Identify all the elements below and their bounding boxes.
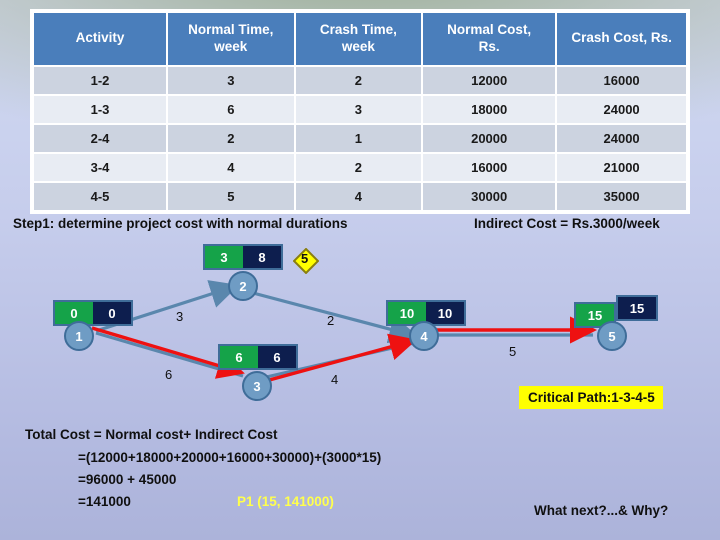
cell-normal-time: 5 <box>168 182 294 210</box>
cell-crash-cost: 21000 <box>557 153 686 181</box>
cell-activity: 4-5 <box>34 182 167 210</box>
column-header-normal-cost: Normal Cost, Rs. <box>423 13 556 65</box>
cell-normal-cost: 18000 <box>423 95 556 123</box>
header-line: Normal Time, <box>188 22 274 37</box>
table-row: 4-5 5 4 30000 35000 <box>34 182 686 210</box>
cell-activity: 1-2 <box>34 66 167 94</box>
node-2-time-box: 3 8 <box>203 244 283 270</box>
cell-normal-cost: 16000 <box>423 153 556 181</box>
cell-activity: 1-3 <box>34 95 167 123</box>
node-4-label: 4 <box>420 328 428 344</box>
step1-heading: Step1: determine project cost with norma… <box>13 216 348 231</box>
cell-normal-time: 6 <box>168 95 294 123</box>
network-node-1[interactable]: 1 <box>64 321 94 351</box>
total-cost-line-2: =96000 + 45000 <box>78 472 177 487</box>
what-next-prompt: What next?...& Why? <box>534 503 669 518</box>
node-5-label: 5 <box>608 328 616 344</box>
table-row: 3-4 4 2 16000 21000 <box>34 153 686 181</box>
cell-normal-cost: 30000 <box>423 182 556 210</box>
indirect-cost-note: Indirect Cost = Rs.3000/week <box>474 216 660 231</box>
cell-normal-time: 3 <box>168 66 294 94</box>
header-line: Crash Cost, Rs. <box>571 30 672 46</box>
node-5-late-time-box: 15 <box>616 295 658 321</box>
cell-crash-cost: 35000 <box>557 182 686 210</box>
edge-label-1-3: 6 <box>165 367 173 382</box>
cell-normal-cost: 12000 <box>423 66 556 94</box>
node-2-label: 2 <box>239 278 247 294</box>
network-node-5[interactable]: 5 <box>597 321 627 351</box>
critical-path-callout: Critical Path:1-3-4-5 <box>519 386 663 409</box>
cell-normal-time: 4 <box>168 153 294 181</box>
header-line: week <box>341 38 375 54</box>
header-line: Crash Time, <box>319 22 397 37</box>
cell-crash-cost: 24000 <box>557 95 686 123</box>
edge-label-1-2: 3 <box>176 309 184 324</box>
table-row: 1-2 3 2 12000 16000 <box>34 66 686 94</box>
cell-normal-time: 2 <box>168 124 294 152</box>
header-line: Normal Cost, <box>447 22 532 37</box>
total-cost-line-1: =(12000+18000+20000+16000+30000)+(3000*1… <box>78 450 382 465</box>
cell-crash-time: 1 <box>295 124 422 152</box>
total-cost-line-0: Total Cost = Normal cost+ Indirect Cost <box>25 427 278 442</box>
node-1-time-box: 0 0 <box>53 300 133 326</box>
network-diagram: 0 0 1 3 8 2 5 6 6 3 10 10 4 15 15 5 3 6 … <box>0 243 720 408</box>
crash-data-table: Activity Normal Time, week Crash Time, w… <box>30 9 690 214</box>
node-5-early-time: 15 <box>587 307 603 323</box>
node-1-late-time: 0 <box>93 302 131 324</box>
network-node-2[interactable]: 2 <box>228 271 258 301</box>
network-node-3[interactable]: 3 <box>242 371 272 401</box>
slide-canvas: Activity Normal Time, week Crash Time, w… <box>0 0 720 540</box>
header-line: Activity <box>75 30 125 46</box>
node-3-label: 3 <box>253 378 261 394</box>
node-2-early-time: 3 <box>205 246 243 268</box>
cell-crash-cost: 16000 <box>557 66 686 94</box>
edge-label-4-5: 5 <box>509 344 517 359</box>
column-header-crash-cost: Crash Cost, Rs. <box>557 13 686 65</box>
column-header-normal-time: Normal Time, week <box>168 13 294 65</box>
header-line: Rs. <box>478 38 500 54</box>
table-row: 1-3 6 3 18000 24000 <box>34 95 686 123</box>
node-3-time-box: 6 6 <box>218 344 298 370</box>
network-node-4[interactable]: 4 <box>409 321 439 351</box>
table-header-row: Activity Normal Time, week Crash Time, w… <box>34 13 686 65</box>
cell-crash-cost: 24000 <box>557 124 686 152</box>
edge-label-2-4: 2 <box>327 313 335 328</box>
table-row: 2-4 2 1 20000 24000 <box>34 124 686 152</box>
total-cost-line-3: =141000 <box>78 494 131 509</box>
node-3-late-time: 6 <box>258 346 296 368</box>
cell-crash-time: 2 <box>295 153 422 181</box>
cell-crash-time: 4 <box>295 182 422 210</box>
cell-crash-time: 2 <box>295 66 422 94</box>
node-1-label: 1 <box>75 328 83 344</box>
cell-normal-cost: 20000 <box>423 124 556 152</box>
node-2-late-time: 8 <box>243 246 281 268</box>
cell-activity: 2-4 <box>34 124 167 152</box>
p1-point-label: P1 (15, 141000) <box>237 494 334 509</box>
column-header-crash-time: Crash Time, week <box>295 13 422 65</box>
node-4-late-time: 10 <box>426 302 464 324</box>
cell-crash-time: 3 <box>295 95 422 123</box>
header-line: week <box>214 38 248 54</box>
slack-marker-label: 5 <box>301 251 309 266</box>
cell-activity: 3-4 <box>34 153 167 181</box>
node-3-early-time: 6 <box>220 346 258 368</box>
node-5-late-time: 15 <box>629 300 645 316</box>
column-header-activity: Activity <box>34 13 167 65</box>
edge-label-3-4: 4 <box>331 372 339 387</box>
